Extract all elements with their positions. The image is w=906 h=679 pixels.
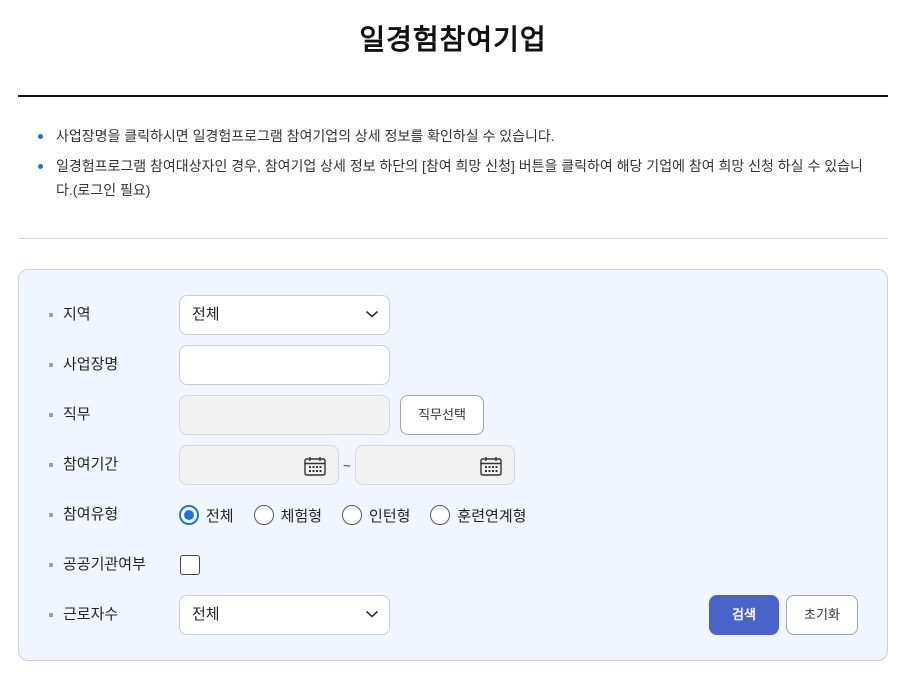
calendar-icon[interactable] bbox=[480, 456, 502, 476]
employees-select-value: 전체 bbox=[192, 606, 220, 623]
radio-icon[interactable] bbox=[342, 505, 363, 525]
public-org-checkbox[interactable] bbox=[180, 555, 200, 575]
calendar-icon[interactable] bbox=[304, 456, 326, 476]
label-bullet-icon bbox=[49, 613, 53, 617]
title-divider bbox=[18, 95, 888, 97]
label-bullet-icon bbox=[49, 463, 53, 467]
period-row: 참여기간 ~ bbox=[19, 445, 887, 485]
job-row: 직무 직무선택 bbox=[19, 395, 887, 435]
bullet-icon bbox=[38, 164, 43, 169]
notice-list: 사업장명을 클릭하시면 일경험프로그램 참여기업의 상세 정보를 확인하실 수 … bbox=[36, 124, 866, 208]
label-bullet-icon bbox=[49, 563, 53, 567]
period-end-input[interactable] bbox=[355, 445, 515, 485]
type-row: 참여유형 전체 체험형 인턴형 훈련연계형 bbox=[19, 495, 887, 535]
type-radio-training[interactable]: 훈련연계형 bbox=[430, 505, 526, 526]
job-input bbox=[179, 395, 390, 435]
radio-selected-icon[interactable] bbox=[179, 505, 199, 525]
type-radio-group: 전체 체험형 인턴형 훈련연계형 bbox=[179, 495, 546, 535]
job-select-button[interactable]: 직무선택 bbox=[400, 395, 484, 435]
public-org-row: 공공기관여부 bbox=[19, 545, 887, 585]
period-label: 참여기간 bbox=[63, 456, 119, 473]
notice-item: 일경험프로그램 참여대상자인 경우, 참여기업 상세 정보 하단의 [참여 희망… bbox=[36, 154, 866, 202]
region-select-value: 전체 bbox=[192, 306, 220, 323]
employees-row: 근로자수 전체 검색 초기화 bbox=[19, 595, 887, 635]
search-button[interactable]: 검색 bbox=[709, 595, 779, 635]
radio-icon[interactable] bbox=[430, 505, 451, 525]
company-name-row: 사업장명 bbox=[19, 345, 887, 385]
page-title: 일경험참여기업 bbox=[359, 24, 547, 55]
type-radio-experience[interactable]: 체험형 bbox=[253, 505, 322, 526]
bullet-icon bbox=[38, 134, 43, 139]
employees-select[interactable]: 전체 bbox=[179, 595, 390, 635]
search-form: 지역 전체 사업장명 직무 직무선택 참여기간 ~ 참여유형 전체 체험형 인턴… bbox=[18, 269, 888, 661]
company-name-input[interactable] bbox=[179, 345, 390, 385]
region-select[interactable]: 전체 bbox=[179, 295, 390, 335]
type-radio-all[interactable]: 전체 bbox=[179, 505, 234, 526]
company-name-label: 사업장명 bbox=[63, 356, 119, 373]
job-label: 직무 bbox=[63, 406, 91, 423]
region-row: 지역 전체 bbox=[19, 295, 887, 335]
label-bullet-icon bbox=[49, 513, 53, 517]
type-radio-intern[interactable]: 인턴형 bbox=[342, 505, 410, 526]
notice-divider bbox=[18, 238, 888, 239]
type-label: 참여유형 bbox=[63, 506, 119, 523]
region-label: 지역 bbox=[63, 306, 91, 323]
public-org-label: 공공기관여부 bbox=[63, 556, 146, 573]
notice-text: 일경험프로그램 참여대상자인 경우, 참여기업 상세 정보 하단의 [참여 희망… bbox=[56, 158, 863, 198]
reset-button[interactable]: 초기화 bbox=[786, 595, 858, 635]
period-separator: ~ bbox=[343, 458, 351, 473]
notice-text: 사업장명을 클릭하시면 일경험프로그램 참여기업의 상세 정보를 확인하실 수 … bbox=[56, 128, 555, 144]
period-start-input[interactable] bbox=[179, 445, 339, 485]
label-bullet-icon bbox=[49, 413, 53, 417]
radio-icon[interactable] bbox=[253, 505, 274, 525]
label-bullet-icon bbox=[49, 363, 53, 367]
employees-label: 근로자수 bbox=[63, 606, 119, 623]
chevron-down-icon bbox=[365, 610, 379, 618]
notice-item: 사업장명을 클릭하시면 일경험프로그램 참여기업의 상세 정보를 확인하실 수 … bbox=[36, 124, 866, 148]
label-bullet-icon bbox=[49, 313, 53, 317]
chevron-down-icon bbox=[365, 310, 379, 318]
